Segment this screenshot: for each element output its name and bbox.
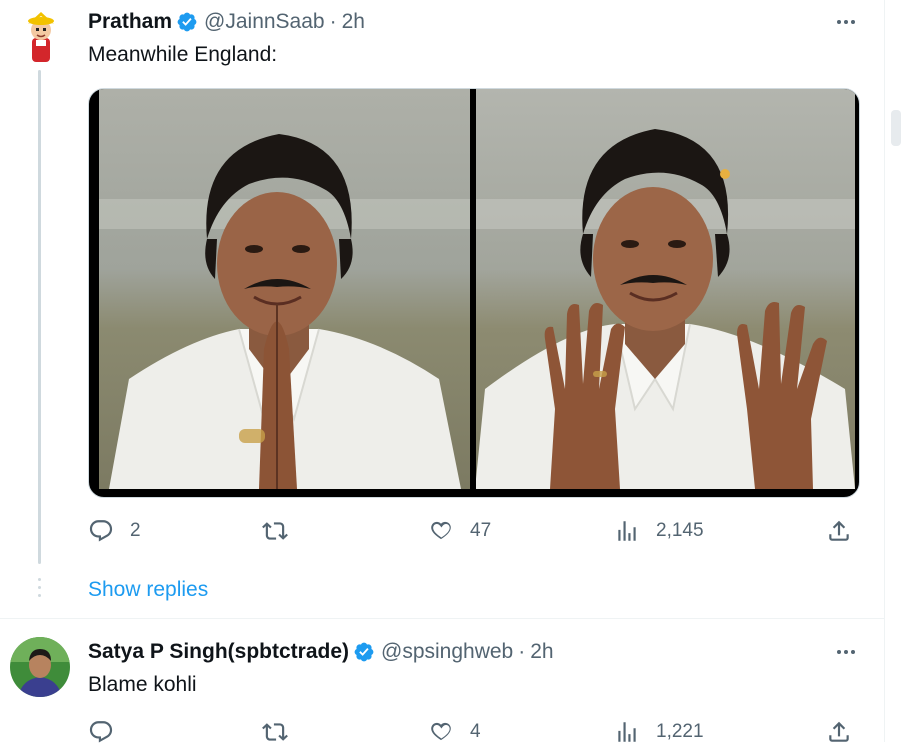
- separator: ·: [329, 10, 337, 33]
- reply-icon: [88, 719, 114, 745]
- tweet-header: Satya P Singh(spbtctrade) @spsinghweb · …: [88, 639, 554, 665]
- avatar[interactable]: [10, 637, 70, 697]
- views-button[interactable]: 1,221: [614, 717, 704, 747]
- share-icon: [826, 719, 852, 745]
- tweet-media[interactable]: [88, 88, 860, 498]
- sidebar-edge: [885, 0, 904, 742]
- timestamp[interactable]: 2h: [342, 10, 365, 34]
- author-name[interactable]: Satya P Singh(spbtctrade): [88, 640, 349, 664]
- like-icon: [428, 518, 454, 544]
- tweet-actions: 4 1,221: [88, 717, 858, 747]
- retweet-icon: [262, 719, 288, 745]
- media-photo-right: [475, 89, 859, 497]
- author-name[interactable]: Pratham: [88, 10, 172, 34]
- views-count: 1,221: [656, 721, 704, 742]
- author-handle[interactable]: @spsinghweb: [381, 640, 513, 664]
- verified-badge-icon: [176, 11, 198, 33]
- separator: ·: [518, 640, 526, 663]
- reply-count: 2: [130, 520, 141, 541]
- retweet-button[interactable]: [262, 717, 304, 747]
- tweet-header: Pratham @JainnSaab · 2h: [88, 9, 365, 35]
- reply-button[interactable]: [88, 717, 130, 747]
- like-count: 4: [470, 721, 481, 742]
- tweet[interactable]: Pratham @JainnSaab · 2h Meanwhile Englan…: [0, 0, 884, 618]
- like-count: 47: [470, 520, 492, 541]
- thread-line: [38, 70, 41, 564]
- like-icon: [428, 719, 454, 745]
- retweet-icon: [262, 518, 288, 544]
- timestamp[interactable]: 2h: [530, 640, 553, 664]
- more-icon[interactable]: [832, 642, 860, 662]
- tweet-text: Blame kohli: [88, 673, 197, 696]
- tweet-text: Meanwhile England:: [88, 43, 278, 66]
- reply-button[interactable]: 2: [88, 516, 141, 546]
- more-icon[interactable]: [832, 12, 860, 32]
- media-divider: [470, 89, 476, 497]
- reply-icon: [88, 518, 114, 544]
- media-photo-left: [89, 89, 471, 497]
- tweet-actions: 2 47 2,145: [88, 516, 858, 546]
- views-button[interactable]: 2,145: [614, 516, 704, 546]
- avatar[interactable]: [12, 6, 70, 64]
- like-button[interactable]: 47: [428, 516, 491, 546]
- views-count: 2,145: [656, 520, 704, 541]
- tweet[interactable]: Satya P Singh(spbtctrade) @spsinghweb · …: [0, 619, 884, 742]
- show-replies-link[interactable]: Show replies: [88, 578, 208, 602]
- share-button[interactable]: [826, 516, 852, 546]
- thread-dots: [38, 578, 41, 602]
- views-icon: [614, 518, 640, 544]
- retweet-button[interactable]: [262, 516, 304, 546]
- share-icon: [826, 518, 852, 544]
- like-button[interactable]: 4: [428, 717, 481, 747]
- author-handle[interactable]: @JainnSaab: [204, 10, 325, 34]
- share-button[interactable]: [826, 717, 852, 747]
- verified-badge-icon: [353, 641, 375, 663]
- views-icon: [614, 719, 640, 745]
